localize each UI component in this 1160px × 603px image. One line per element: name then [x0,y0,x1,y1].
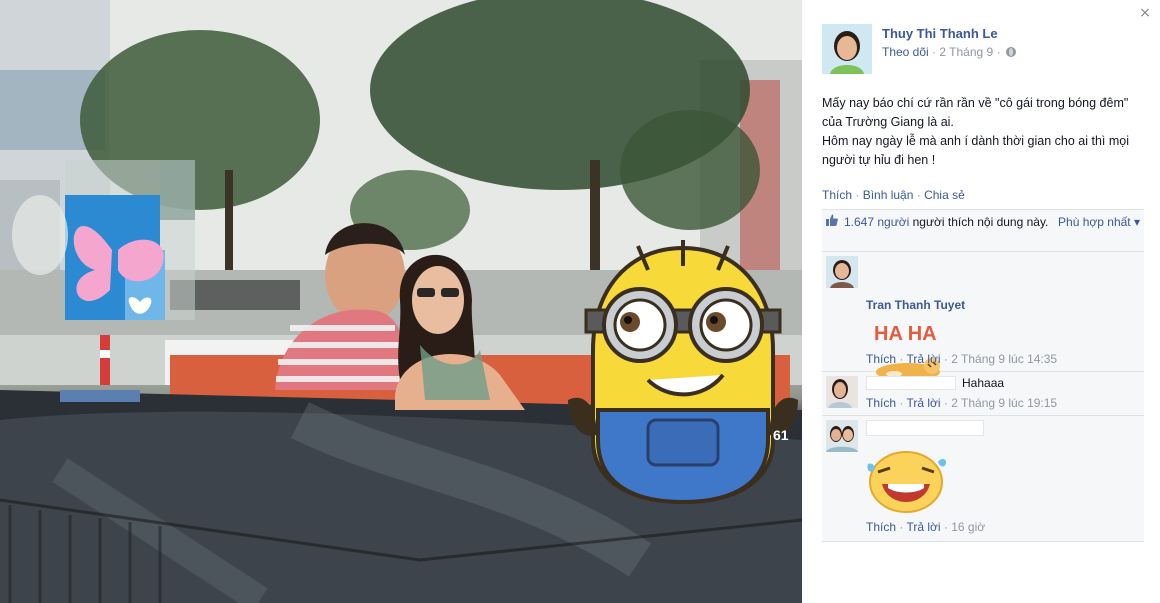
post-text-line: Mấy nay báo chí cứ rần rần về "cô gái tr… [822,96,1129,129]
comment-time[interactable]: 2 Tháng 9 lúc 14:35 [951,352,1057,366]
action-separator: · [940,520,952,534]
comment-actions: Thích · Trả lời · 2 Tháng 9 lúc 19:15 [866,396,1057,410]
laughing-face-sticker [867,451,946,513]
comment-reply-button[interactable]: Trả lời [906,520,940,534]
commenter-avatar[interactable] [826,420,858,452]
action-separator: · [940,396,952,410]
author-photo [822,24,872,74]
follow-button[interactable]: Theo dõi [882,45,929,59]
comment-actions: Thích · Trả lời · 2 Tháng 9 lúc 14:35 [866,352,1057,366]
likes-count[interactable]: 1.647 người [844,215,909,229]
post-photo[interactable]: 61 [0,0,802,603]
minion-sticker: 61 [568,240,798,505]
sticker-text: HA HA [874,323,937,345]
commenter-avatar[interactable] [826,256,858,288]
action-separator: · [852,188,863,202]
comment-text: Hahaaa [962,376,1005,390]
comment-sort-select[interactable]: Phù hợp nhất ▾ [1058,214,1140,230]
comment-button[interactable]: Bình luận [863,188,914,202]
action-separator: · [896,520,907,534]
share-button[interactable]: Chia sẻ [924,188,965,202]
post-panel: × Thuy Thi Thanh Le Theo dõi · 2 Tháng 9… [802,0,1160,603]
thumbs-up-icon [826,214,838,226]
comment-like-button[interactable]: Thích [866,396,896,410]
comment-item: Hahaaa Thích · Trả lời · 2 Tháng 9 lúc 1… [822,372,1144,416]
commenter-photo [826,256,858,288]
meta-separator: · [932,45,937,59]
comment-item: Thích · Trả lời · 16 giờ [822,416,1144,542]
comment-time[interactable]: 16 giờ [951,520,985,534]
action-separator: · [896,352,907,366]
redacted-name [866,420,984,436]
likes-summary: 1.647 người người thích nội dung này. Ph… [822,210,1144,252]
globe-icon[interactable] [1005,47,1016,57]
author-meta: Theo dõi · 2 Tháng 9 · [882,45,1016,59]
close-icon[interactable]: × [1138,6,1152,20]
comment-like-button[interactable]: Thích [866,352,896,366]
likes-text: người thích nội dung này. [909,215,1049,229]
comment-like-button[interactable]: Thích [866,520,896,534]
post-text: Mấy nay báo chí cứ rần rần về "cô gái tr… [822,94,1147,170]
like-button[interactable]: Thích [822,188,852,202]
action-separator: · [940,352,952,366]
comment-reply-button[interactable]: Trả lời [906,352,940,366]
feedback-section: 1.647 người người thích nội dung này. Ph… [822,209,1144,542]
post-date[interactable]: 2 Tháng 9 [939,45,993,59]
commenter-name[interactable]: Tran Thanh Tuyet [866,298,965,312]
action-separator: · [896,396,907,410]
action-separator: · [913,188,925,202]
commenter-photo [826,376,858,408]
author-name[interactable]: Thuy Thi Thanh Le [882,26,998,41]
meta-separator: · [996,45,1001,59]
comment-reply-button[interactable]: Trả lời [906,396,940,410]
post-actions: Thích · Bình luận · Chia sẻ [822,188,965,202]
comment-actions: Thích · Trả lời · 16 giờ [866,520,985,534]
commenter-photo [826,420,858,452]
redacted-name [866,376,956,390]
author-avatar[interactable] [822,24,872,74]
comment-time[interactable]: 2 Tháng 9 lúc 19:15 [951,396,1057,410]
commenter-avatar[interactable] [826,376,858,408]
post-text-line: Hôm nay ngày lễ mà anh í dành thời gian … [822,134,1129,167]
minion-badge-text: 61 [773,427,789,443]
